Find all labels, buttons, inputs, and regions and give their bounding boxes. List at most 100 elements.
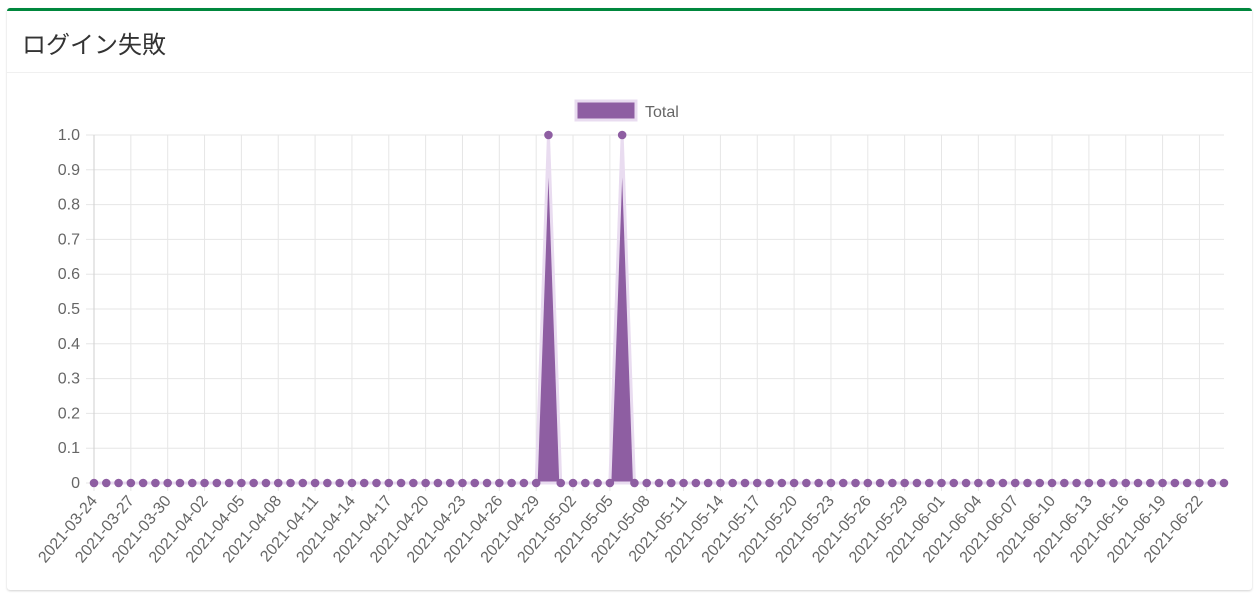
data-point[interactable]: [654, 478, 664, 488]
data-point[interactable]: [593, 478, 602, 488]
data-point[interactable]: [298, 478, 308, 488]
y-tick-label: 0.2: [58, 405, 80, 422]
data-point[interactable]: [949, 478, 959, 488]
data-point[interactable]: [433, 478, 443, 488]
data-point[interactable]: [691, 478, 701, 488]
data-point[interactable]: [310, 478, 320, 488]
data-point[interactable]: [777, 478, 787, 488]
data-point[interactable]: [286, 478, 295, 488]
data-point[interactable]: [752, 478, 762, 488]
data-point[interactable]: [1084, 478, 1094, 488]
data-point[interactable]: [765, 478, 774, 488]
data-point[interactable]: [1195, 478, 1204, 488]
x-axis-ticks: 2021-03-242021-03-272021-03-302021-04-02…: [35, 493, 1206, 567]
data-point[interactable]: [445, 478, 455, 488]
data-point[interactable]: [89, 478, 99, 488]
data-point[interactable]: [703, 478, 713, 488]
data-point[interactable]: [458, 478, 467, 488]
data-point[interactable]: [802, 478, 811, 488]
data-point[interactable]: [1109, 478, 1118, 488]
data-point[interactable]: [421, 478, 430, 488]
data-point[interactable]: [581, 478, 590, 488]
data-point[interactable]: [1219, 478, 1229, 488]
data-point[interactable]: [912, 478, 922, 488]
data-point[interactable]: [826, 478, 836, 488]
data-point[interactable]: [888, 478, 897, 488]
data-point[interactable]: [974, 478, 983, 488]
y-tick-label: 0.3: [58, 371, 80, 388]
data-point[interactable]: [630, 478, 639, 488]
y-axis-ticks: 0 0.1 0.2 0.3 0.4 0.5 0.6 0.7 0.8 0.9 1.0: [58, 127, 80, 492]
chart-legend[interactable]: Total: [574, 99, 679, 122]
data-point[interactable]: [1047, 478, 1057, 488]
data-point[interactable]: [716, 478, 725, 488]
data-point[interactable]: [568, 478, 578, 488]
data-point[interactable]: [384, 478, 394, 488]
data-point[interactable]: [679, 478, 688, 488]
data-point[interactable]: [924, 478, 934, 488]
data-point[interactable]: [875, 478, 885, 488]
data-point[interactable]: [838, 478, 848, 488]
data-point[interactable]: [1133, 478, 1143, 488]
legend-label-total[interactable]: Total: [645, 104, 679, 121]
data-point[interactable]: [1035, 478, 1045, 488]
data-point[interactable]: [323, 478, 332, 488]
data-point[interactable]: [372, 478, 381, 488]
data-point[interactable]: [1170, 478, 1180, 488]
data-point[interactable]: [728, 478, 737, 488]
data-point[interactable]: [200, 478, 209, 488]
data-point[interactable]: [544, 130, 553, 140]
data-point[interactable]: [261, 478, 271, 488]
data-point[interactable]: [1121, 478, 1131, 488]
data-point[interactable]: [1023, 478, 1032, 488]
data-point[interactable]: [900, 478, 909, 488]
data-point[interactable]: [519, 478, 529, 488]
data-point[interactable]: [1146, 478, 1155, 488]
data-point[interactable]: [1096, 478, 1106, 488]
data-point[interactable]: [851, 478, 860, 488]
data-point[interactable]: [937, 478, 946, 488]
data-point[interactable]: [249, 478, 258, 488]
data-point[interactable]: [1072, 478, 1081, 488]
data-point[interactable]: [470, 478, 480, 488]
data-point[interactable]: [507, 478, 516, 488]
data-point[interactable]: [814, 478, 823, 488]
data-point[interactable]: [347, 478, 357, 488]
data-point[interactable]: [187, 478, 197, 488]
data-point[interactable]: [396, 478, 406, 488]
data-point[interactable]: [359, 478, 369, 488]
data-point[interactable]: [175, 478, 185, 488]
data-point[interactable]: [789, 478, 799, 488]
data-point[interactable]: [961, 478, 971, 488]
data-point[interactable]: [114, 478, 123, 488]
legend-swatch-total[interactable]: [574, 99, 638, 122]
data-point[interactable]: [409, 478, 418, 488]
data-point[interactable]: [335, 478, 344, 488]
data-point[interactable]: [224, 478, 234, 488]
data-point[interactable]: [986, 478, 995, 488]
data-point[interactable]: [863, 478, 873, 488]
data-point[interactable]: [1010, 478, 1020, 488]
data-point[interactable]: [138, 478, 148, 488]
data-point[interactable]: [237, 478, 246, 488]
data-point[interactable]: [482, 478, 492, 488]
data-point[interactable]: [666, 478, 676, 488]
data-point[interactable]: [998, 478, 1008, 488]
data-point[interactable]: [151, 478, 160, 488]
data-point[interactable]: [642, 478, 652, 488]
data-point[interactable]: [273, 478, 283, 488]
data-point[interactable]: [495, 478, 504, 488]
data-point[interactable]: [605, 478, 615, 488]
data-point[interactable]: [101, 478, 111, 488]
data-point[interactable]: [617, 130, 627, 140]
data-point[interactable]: [556, 478, 566, 488]
data-point[interactable]: [1207, 478, 1217, 488]
data-point[interactable]: [1158, 478, 1167, 488]
data-point[interactable]: [163, 478, 172, 488]
data-point[interactable]: [1060, 478, 1069, 488]
data-point[interactable]: [126, 478, 136, 488]
data-point[interactable]: [740, 478, 750, 488]
data-point[interactable]: [212, 478, 222, 488]
data-point[interactable]: [1182, 478, 1192, 488]
data-point[interactable]: [531, 478, 541, 488]
